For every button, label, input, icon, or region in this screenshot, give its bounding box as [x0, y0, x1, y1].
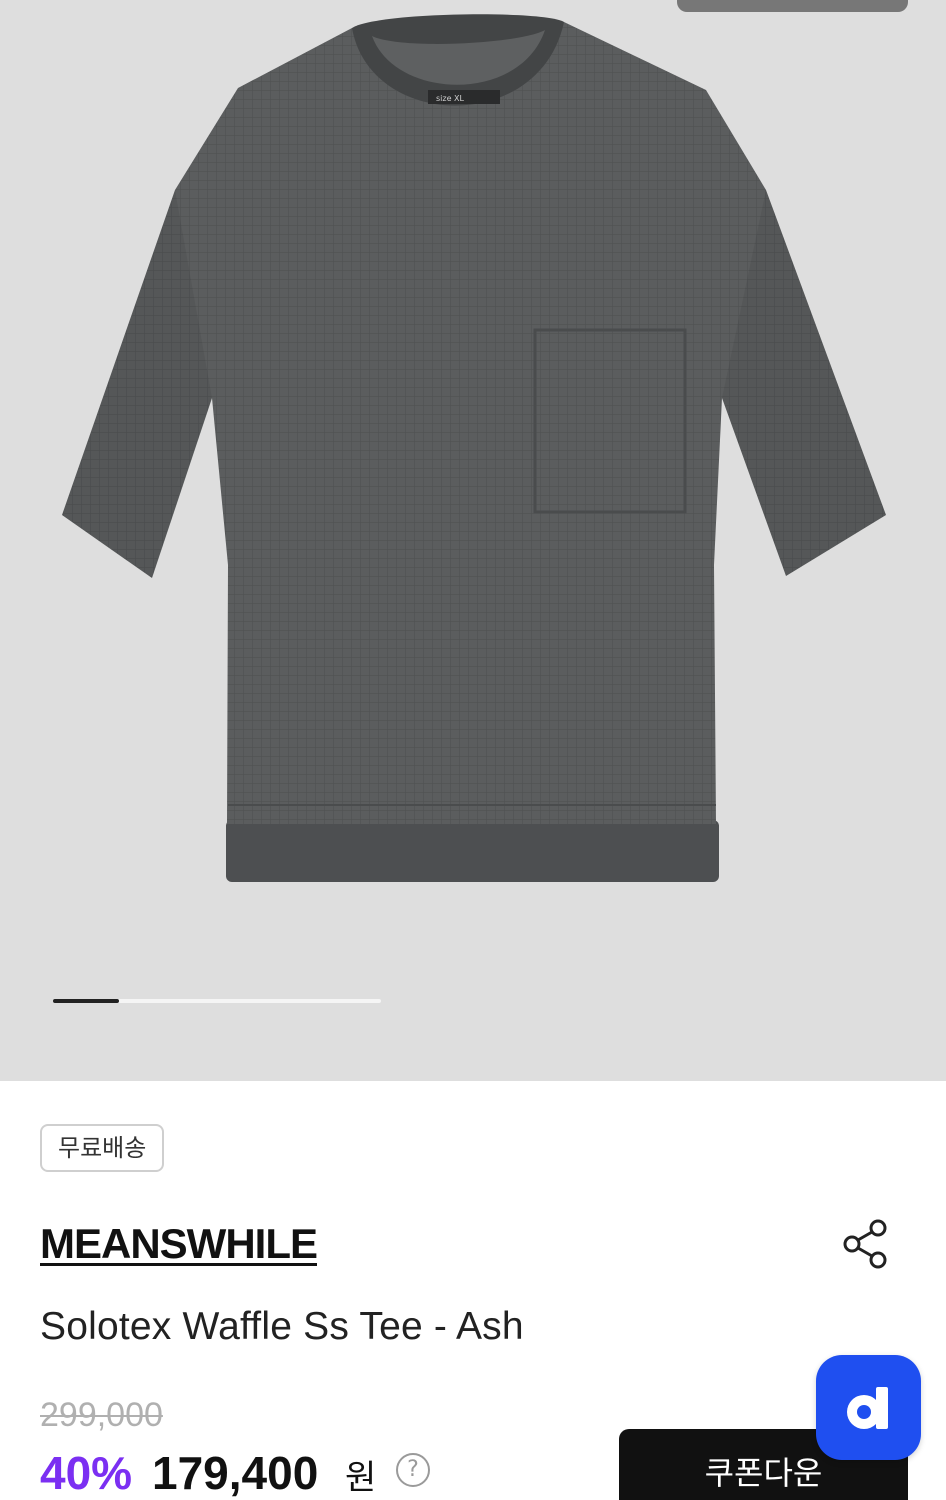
currency-unit: 원	[345, 1458, 377, 1498]
original-price: 299,000	[40, 1396, 163, 1434]
brand-link[interactable]: MEANSWHILE	[40, 1220, 318, 1268]
product-detail-page: size XL 무료배송 MEANSWHILE Solotex Waffle S…	[0, 0, 946, 1500]
gallery-progress-bar	[53, 999, 381, 1003]
share-icon	[843, 1219, 887, 1269]
share-button[interactable]	[840, 1218, 892, 1270]
free-shipping-badge: 무료배송	[40, 1124, 165, 1172]
product-image-tshirt: size XL	[62, 14, 886, 882]
discount-rate: 40%	[40, 1447, 133, 1499]
question-circle-icon: ?	[407, 1457, 419, 1482]
price-help-button[interactable]: ?	[396, 1453, 430, 1487]
product-image-gallery[interactable]: size XL	[0, 0, 946, 1081]
sale-price: 179,400	[152, 1447, 319, 1499]
d-logo-icon	[847, 1387, 888, 1429]
gallery-progress-fill	[53, 999, 119, 1003]
app-floating-button[interactable]	[816, 1355, 921, 1460]
neck-label-text: size XL	[436, 94, 465, 103]
product-title: Solotex Waffle Ss Tee - Ash	[40, 1305, 524, 1348]
